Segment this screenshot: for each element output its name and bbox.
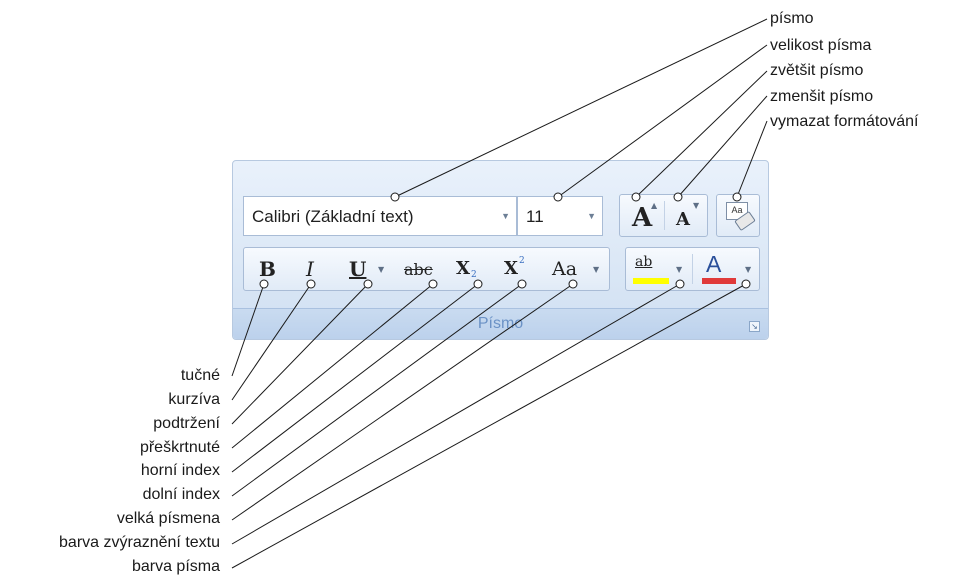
underline-button[interactable]: U ▼ xyxy=(332,248,392,290)
chevron-down-icon: ▼ xyxy=(745,265,752,274)
grow-font-icon: A xyxy=(632,203,653,233)
label-kurziva: kurzíva xyxy=(168,391,220,408)
chevron-down-icon: ▼ xyxy=(593,265,600,274)
font-size-dropdown[interactable]: 11 ▼ xyxy=(517,196,603,236)
label-podtrzeni: podtržení xyxy=(153,415,220,432)
clear-formatting-button[interactable]: Aa xyxy=(716,194,760,237)
shrink-font-icon: A xyxy=(676,209,690,230)
shrink-font-button[interactable]: A ▼ xyxy=(665,195,709,236)
strikethrough-icon: abc xyxy=(404,260,433,279)
font-color-button[interactable]: A ▼ xyxy=(693,248,761,290)
chevron-down-icon: ▼ xyxy=(676,265,683,274)
label-pismo: písmo xyxy=(770,10,814,27)
format-buttons-bar: B I U ▼ abc X 2 X 2 Aa ▼ xyxy=(243,247,610,291)
label-barva-zvyrazneni-textu: barva zvýraznění textu xyxy=(59,534,220,551)
strikethrough-button[interactable]: abc xyxy=(392,248,444,290)
grow-font-button[interactable]: A ▲ xyxy=(620,195,664,236)
highlight-icon: ab xyxy=(635,254,653,270)
italic-button[interactable]: I xyxy=(288,248,332,290)
italic-icon: I xyxy=(306,257,314,281)
highlight-swatch xyxy=(633,278,669,284)
chevron-down-icon: ▼ xyxy=(378,265,385,274)
chevron-down-icon: ▼ xyxy=(587,211,596,221)
label-tucne: tučné xyxy=(180,367,220,384)
caret-down-icon: ▼ xyxy=(693,201,700,210)
caret-up-icon: ▲ xyxy=(651,201,658,210)
chevron-down-icon: ▼ xyxy=(501,211,510,221)
label-horni-index: horní index xyxy=(140,462,220,479)
color-buttons-bar: ab ▼ A ▼ xyxy=(625,247,760,291)
font-size-value: 11 xyxy=(526,207,544,226)
font-name-dropdown[interactable]: Calibri (Základní text) ▼ xyxy=(243,196,517,236)
superscript-icon: X xyxy=(504,258,518,279)
font-color-swatch xyxy=(702,278,736,284)
change-case-button[interactable]: Aa ▼ xyxy=(540,248,611,290)
font-name-value: Calibri (Základní text) xyxy=(252,207,414,226)
font-color-icon: A xyxy=(706,251,722,277)
label-dolni-index: dolní index xyxy=(142,486,220,503)
group-title: Písmo xyxy=(477,315,524,332)
bold-button[interactable]: B xyxy=(244,248,288,290)
bold-icon: B xyxy=(259,257,276,281)
label-zvetsit-pismo: zvětšit písmo xyxy=(770,62,864,79)
dialog-launcher-icon[interactable]: ↘ xyxy=(749,321,760,332)
label-zmensit-pismo: zmenšit písmo xyxy=(770,88,874,105)
subscript-icon: X xyxy=(456,258,470,279)
grow-shrink-bar: A ▲ A ▼ xyxy=(619,194,708,237)
highlight-color-button[interactable]: ab ▼ xyxy=(626,248,692,290)
underline-icon: U xyxy=(349,257,367,281)
label-preskrtnute: přeškrtnuté xyxy=(139,439,220,456)
superscript-button[interactable]: X 2 xyxy=(492,248,540,290)
font-group: Calibri (Základní text) ▼ 11 ▼ A ▲ A ▼ A… xyxy=(232,160,769,340)
change-case-icon: Aa xyxy=(552,258,578,280)
label-velikost-pisma: velikost písma xyxy=(770,37,872,54)
group-footer: Písmo ↘ xyxy=(233,308,768,339)
label-velka-pismena: velká písmena xyxy=(116,510,220,527)
label-barva-pisma: barva písma xyxy=(131,558,220,575)
label-vymazat-formatovani: vymazat formátování xyxy=(770,113,919,130)
subscript-button[interactable]: X 2 xyxy=(444,248,492,290)
